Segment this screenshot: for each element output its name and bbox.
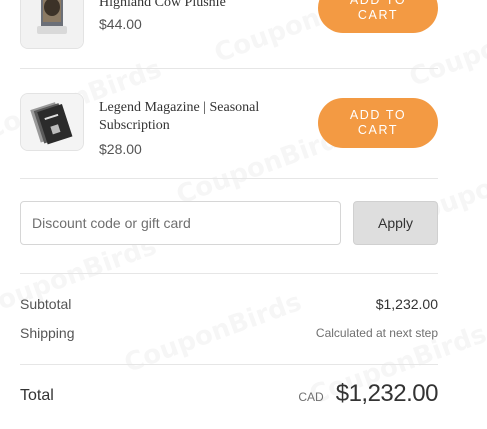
plushie-box-icon xyxy=(21,0,83,48)
product-price: $28.00 xyxy=(99,141,142,157)
watermark: CouponBirds xyxy=(120,287,305,379)
currency-code: CAD xyxy=(298,390,324,404)
order-summary-page: CouponBirds CouponBirds CouponBirds Coup… xyxy=(0,0,487,429)
product-title[interactable]: Highland Cow Plushie xyxy=(99,0,299,12)
subtotal-value: $1,232.00 xyxy=(375,296,438,312)
divider xyxy=(20,273,438,274)
product-thumbnail xyxy=(20,0,84,49)
shipping-value: Calculated at next step xyxy=(315,326,438,340)
divider xyxy=(20,364,438,365)
subtotal-label: Subtotal xyxy=(20,296,72,312)
discount-code-input[interactable] xyxy=(20,201,341,245)
divider xyxy=(20,68,438,69)
shipping-label: Shipping xyxy=(20,325,75,341)
add-to-cart-button[interactable]: ADD TO CART xyxy=(318,98,438,148)
product-title[interactable]: Legend Magazine | Seasonal Subscription xyxy=(99,99,289,135)
divider xyxy=(20,178,438,179)
product-thumbnail xyxy=(20,93,84,151)
magazine-icon xyxy=(21,94,83,150)
product-price: $44.00 xyxy=(99,16,142,32)
total-label: Total xyxy=(20,387,54,404)
apply-discount-button[interactable]: Apply xyxy=(353,201,438,245)
total-amount: $1,232.00 xyxy=(335,380,439,407)
add-to-cart-button[interactable]: ADD TO CART xyxy=(318,0,438,33)
total-amount-group: CAD $1,232.00 xyxy=(298,380,438,408)
